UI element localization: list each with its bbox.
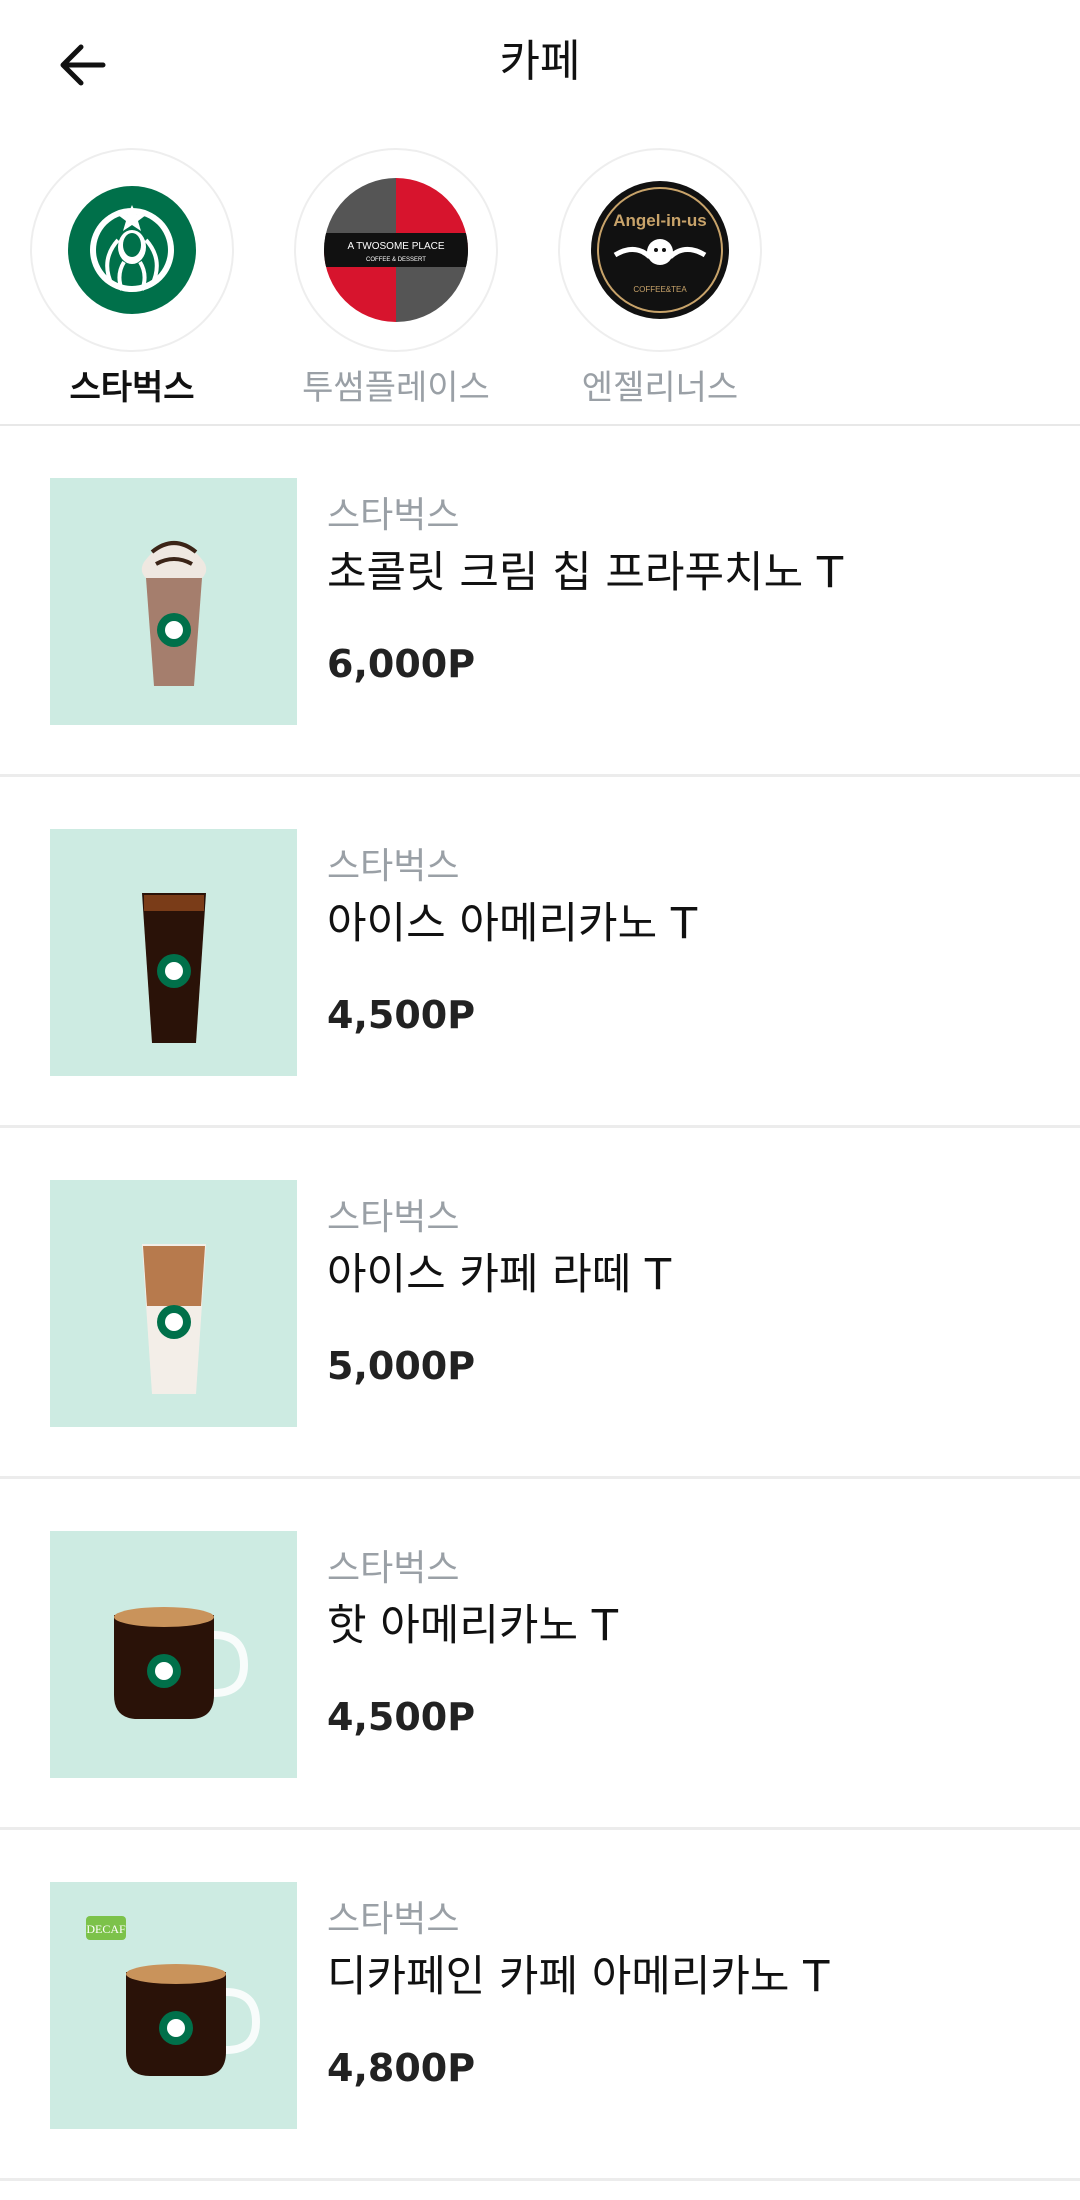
decaf-badge: DECAF (86, 1922, 126, 1936)
angelinus-logo: Angel-in-us COFFEE&TEA (558, 148, 762, 352)
brand-tab-angelinus[interactable]: Angel-in-us COFFEE&TEA 엔젤리너스 (558, 124, 762, 424)
product-price: 4,500P (327, 1695, 476, 1739)
product-brand: 스타벅스 (327, 1899, 460, 1940)
list-item[interactable]: 스타벅스 아이스 아메리카노 T 4,500P (0, 777, 1080, 1128)
product-image: DECAF (50, 1882, 297, 2129)
product-price: 4,500P (327, 993, 476, 1037)
product-list: 스타벅스 초콜릿 크림 칩 프라푸치노 T 6,000P 스타벅스 아이스 아메… (0, 426, 1080, 2181)
brand-tab-twosome[interactable]: A TWOSOME PLACE COFFEE & DESSERT 투썸플레이스 (294, 124, 498, 424)
product-brand: 스타벅스 (327, 846, 460, 887)
brand-label: 스타벅스 (69, 368, 195, 408)
header-bar: 카페 (0, 0, 1080, 124)
twosome-place-logo: A TWOSOME PLACE COFFEE & DESSERT (294, 148, 498, 352)
product-name: 아이스 아메리카노 T (327, 899, 698, 949)
product-brand: 스타벅스 (327, 1197, 460, 1238)
twosome-logo-subtext: COFFEE & DESSERT (366, 257, 426, 263)
list-item[interactable]: 스타벅스 초콜릿 크림 칩 프라푸치노 T 6,000P (0, 426, 1080, 777)
brand-label: 투썸플레이스 (302, 368, 490, 408)
angelinus-logo-text: Angel-in-us (613, 211, 707, 230)
page-title: 카페 (499, 36, 581, 87)
brand-label: 엔젤리너스 (581, 368, 739, 408)
product-name: 아이스 카페 라떼 T (327, 1250, 672, 1300)
list-item[interactable]: DECAF 스타벅스 디카페인 카페 아메리카노 T 4,800P (0, 1830, 1080, 2181)
product-image (50, 478, 297, 725)
starbucks-logo (30, 148, 234, 352)
brand-filter-row: 스타벅스 A TWOSOME PLACE COFFEE & DESSERT 투썸… (0, 124, 1080, 426)
product-price: 4,800P (327, 2046, 476, 2090)
twosome-logo-text: A TWOSOME PLACE (347, 241, 444, 252)
product-name: 디카페인 카페 아메리카노 T (327, 1952, 830, 2002)
product-name: 핫 아메리카노 T (327, 1601, 618, 1651)
product-image (50, 1531, 297, 1778)
product-image (50, 829, 297, 1076)
product-image (50, 1180, 297, 1427)
product-name: 초콜릿 크림 칩 프라푸치노 T (327, 548, 844, 598)
product-brand: 스타벅스 (327, 1548, 460, 1589)
product-price: 6,000P (327, 642, 476, 686)
list-item[interactable]: 스타벅스 핫 아메리카노 T 4,500P (0, 1479, 1080, 1830)
product-brand: 스타벅스 (327, 495, 460, 536)
angelinus-logo-subtext: COFFEE&TEA (633, 285, 687, 294)
product-price: 5,000P (327, 1344, 476, 1388)
brand-tab-starbucks[interactable]: 스타벅스 (30, 124, 234, 424)
list-item[interactable]: 스타벅스 아이스 카페 라떼 T 5,000P (0, 1128, 1080, 1479)
